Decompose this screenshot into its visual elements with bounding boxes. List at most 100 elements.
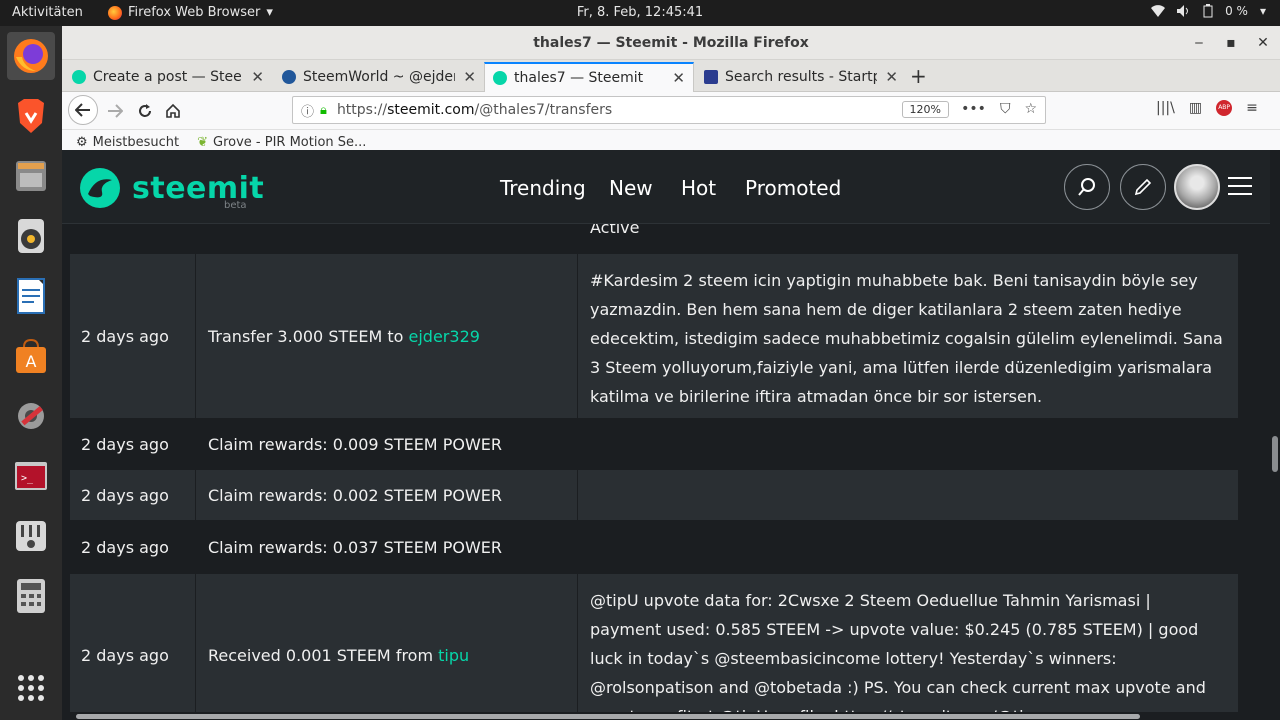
battery-icon bbox=[1203, 4, 1213, 18]
terminal-icon: >_ bbox=[15, 462, 47, 490]
transfer-memo: @tipU upvote data for: 2Cwsxe 2 Steem Oe… bbox=[590, 591, 1206, 720]
transfer-date: 2 days ago bbox=[70, 470, 196, 520]
transfer-description: Claim rewards: 0.002 STEEM POWER bbox=[196, 470, 578, 520]
dock-firefox[interactable] bbox=[7, 32, 55, 80]
zoom-level[interactable]: 120% bbox=[901, 101, 949, 118]
home-button[interactable] bbox=[160, 98, 186, 124]
table-row: 2 days ago Received 0.001 STEEM from tip… bbox=[70, 574, 1238, 720]
transfer-memo bbox=[578, 522, 1238, 572]
vertical-scrollbar[interactable] bbox=[1270, 150, 1280, 720]
tab-title: SteemWorld ~ @ejder32 bbox=[303, 69, 455, 85]
dock-rhythmbox[interactable] bbox=[7, 212, 55, 260]
user-avatar[interactable] bbox=[1174, 164, 1220, 210]
transfer-description: Received 0.001 STEEM from tipu bbox=[196, 574, 578, 720]
nav-trending[interactable]: Trending bbox=[500, 176, 586, 200]
hamburger-menu-icon[interactable] bbox=[1228, 177, 1252, 201]
document-icon bbox=[17, 278, 45, 314]
bookmark-grove[interactable]: ❦ Grove - PIR Motion Se... bbox=[197, 135, 366, 150]
transfer-date: 2 days ago bbox=[70, 574, 196, 720]
steemit-favicon-icon bbox=[72, 70, 86, 84]
new-tab-button[interactable]: + bbox=[910, 64, 927, 88]
nav-new[interactable]: New bbox=[609, 176, 653, 200]
file-cabinet-icon bbox=[16, 161, 46, 191]
dock-writer[interactable] bbox=[7, 272, 55, 320]
system-tray[interactable]: 0 % ▾ bbox=[1151, 4, 1266, 18]
transfer-date: 2 days ago bbox=[70, 420, 196, 468]
forward-button[interactable] bbox=[102, 98, 128, 124]
startpage-favicon-icon bbox=[704, 70, 718, 84]
bookmark-meistbesucht[interactable]: ⚙ Meistbesucht bbox=[76, 135, 179, 150]
app-menu-label: Firefox Web Browser bbox=[128, 5, 261, 20]
dock-settings[interactable] bbox=[7, 392, 55, 440]
lock-icon[interactable]: 🔒︎ bbox=[320, 103, 327, 118]
tab-thales7[interactable]: thales7 — Steemit ✕ bbox=[484, 62, 694, 92]
tab-create-post[interactable]: Create a post — Steemit ✕ bbox=[64, 62, 272, 92]
transfer-description: Claim rewards: 0.009 STEEM POWER bbox=[196, 420, 578, 468]
account-link[interactable]: tipu bbox=[438, 646, 469, 665]
svg-text:>_: >_ bbox=[21, 473, 34, 484]
sidebar-icon[interactable]: ▥ bbox=[1189, 100, 1202, 116]
close-icon[interactable]: ✕ bbox=[672, 69, 685, 87]
tab-title: Search results - Startpag bbox=[725, 69, 878, 85]
window-title: thales7 — Steemit - Mozilla Firefox bbox=[533, 35, 809, 51]
clock[interactable]: Fr, 8. Feb, 12:45:41 bbox=[577, 5, 703, 20]
bookmark-star-icon[interactable]: ☆ bbox=[1024, 101, 1037, 117]
pocket-icon[interactable]: ⛉ bbox=[1000, 101, 1011, 117]
dock-calculator[interactable] bbox=[7, 572, 55, 620]
volume-icon bbox=[1177, 5, 1189, 17]
info-icon[interactable]: ⓘ bbox=[301, 101, 314, 120]
back-button[interactable] bbox=[68, 95, 98, 125]
nav-hot[interactable]: Hot bbox=[681, 176, 716, 200]
dock-app-grid[interactable] bbox=[7, 664, 55, 712]
url-bar[interactable]: ⓘ 🔒︎ https://steemit.com/@thales7/transf… bbox=[292, 96, 1046, 124]
steemit-header: steemit beta Trending New Hot Promoted bbox=[62, 150, 1270, 224]
maximize-button[interactable]: ▪ bbox=[1216, 26, 1246, 60]
tab-steemworld[interactable]: SteemWorld ~ @ejder32 ✕ bbox=[274, 62, 484, 92]
mixer-icon bbox=[16, 521, 46, 551]
account-link[interactable]: ejder329 bbox=[409, 327, 480, 346]
tab-startpage[interactable]: Search results - Startpag ✕ bbox=[696, 62, 906, 92]
adblock-icon[interactable]: ABP bbox=[1216, 100, 1233, 116]
gear-icon: ⚙ bbox=[76, 135, 88, 150]
library-icon[interactable]: |||\ bbox=[1156, 100, 1175, 116]
horizontal-scrollbar[interactable] bbox=[62, 712, 1270, 720]
nav-promoted[interactable]: Promoted bbox=[745, 176, 841, 200]
transfer-memo bbox=[578, 470, 1238, 520]
tab-title: Create a post — Steemit bbox=[93, 69, 243, 85]
close-icon[interactable]: ✕ bbox=[251, 68, 264, 86]
app-menu[interactable]: Firefox Web Browser ▾ bbox=[108, 5, 273, 20]
page-actions-icon[interactable]: ••• bbox=[961, 101, 986, 117]
steemit-favicon-icon bbox=[493, 71, 507, 85]
reload-button[interactable] bbox=[132, 98, 158, 124]
submit-post-button[interactable] bbox=[1120, 164, 1166, 210]
window-titlebar[interactable]: thales7 — Steemit - Mozilla Firefox ‒ ▪ … bbox=[62, 26, 1280, 60]
minimize-button[interactable]: ‒ bbox=[1184, 26, 1214, 60]
steemit-logo[interactable]: steemit beta bbox=[78, 166, 264, 211]
close-icon[interactable]: ✕ bbox=[885, 68, 898, 86]
firefox-window: thales7 — Steemit - Mozilla Firefox ‒ ▪ … bbox=[62, 26, 1280, 720]
dock-software[interactable]: A bbox=[7, 332, 55, 380]
transfer-memo: #Kardesim 2 steem icin yaptigin muhabbet… bbox=[590, 271, 1223, 406]
table-row: 2 days ago Claim rewards: 0.037 STEEM PO… bbox=[70, 522, 1238, 572]
arrow-left-icon bbox=[75, 103, 90, 117]
menu-icon[interactable]: ≡ bbox=[1246, 100, 1258, 116]
home-icon bbox=[166, 103, 180, 118]
dock: A >_ bbox=[0, 26, 62, 720]
chevron-down-icon: ▾ bbox=[1259, 4, 1266, 18]
table-row: 2 days ago Transfer 3.000 STEEM to ejder… bbox=[70, 254, 1238, 418]
speaker-icon bbox=[18, 219, 44, 253]
dock-terminal[interactable]: >_ bbox=[7, 452, 55, 500]
leaf-icon: ❦ bbox=[197, 135, 209, 150]
dock-files[interactable] bbox=[7, 152, 55, 200]
activities-button[interactable]: Aktivitäten bbox=[12, 5, 83, 20]
url-text[interactable]: https://steemit.com/@thales7/transfers bbox=[337, 102, 612, 118]
dock-brave[interactable] bbox=[7, 92, 55, 140]
transfer-date: 2 days ago bbox=[70, 254, 196, 418]
pencil-icon bbox=[1134, 178, 1152, 196]
close-icon[interactable]: ✕ bbox=[463, 68, 476, 86]
search-button[interactable] bbox=[1064, 164, 1110, 210]
chevron-down-icon: ▾ bbox=[266, 5, 273, 20]
dock-mixer[interactable] bbox=[7, 512, 55, 560]
wordpress-favicon-icon bbox=[282, 70, 296, 84]
close-window-button[interactable]: ✕ bbox=[1248, 26, 1278, 60]
